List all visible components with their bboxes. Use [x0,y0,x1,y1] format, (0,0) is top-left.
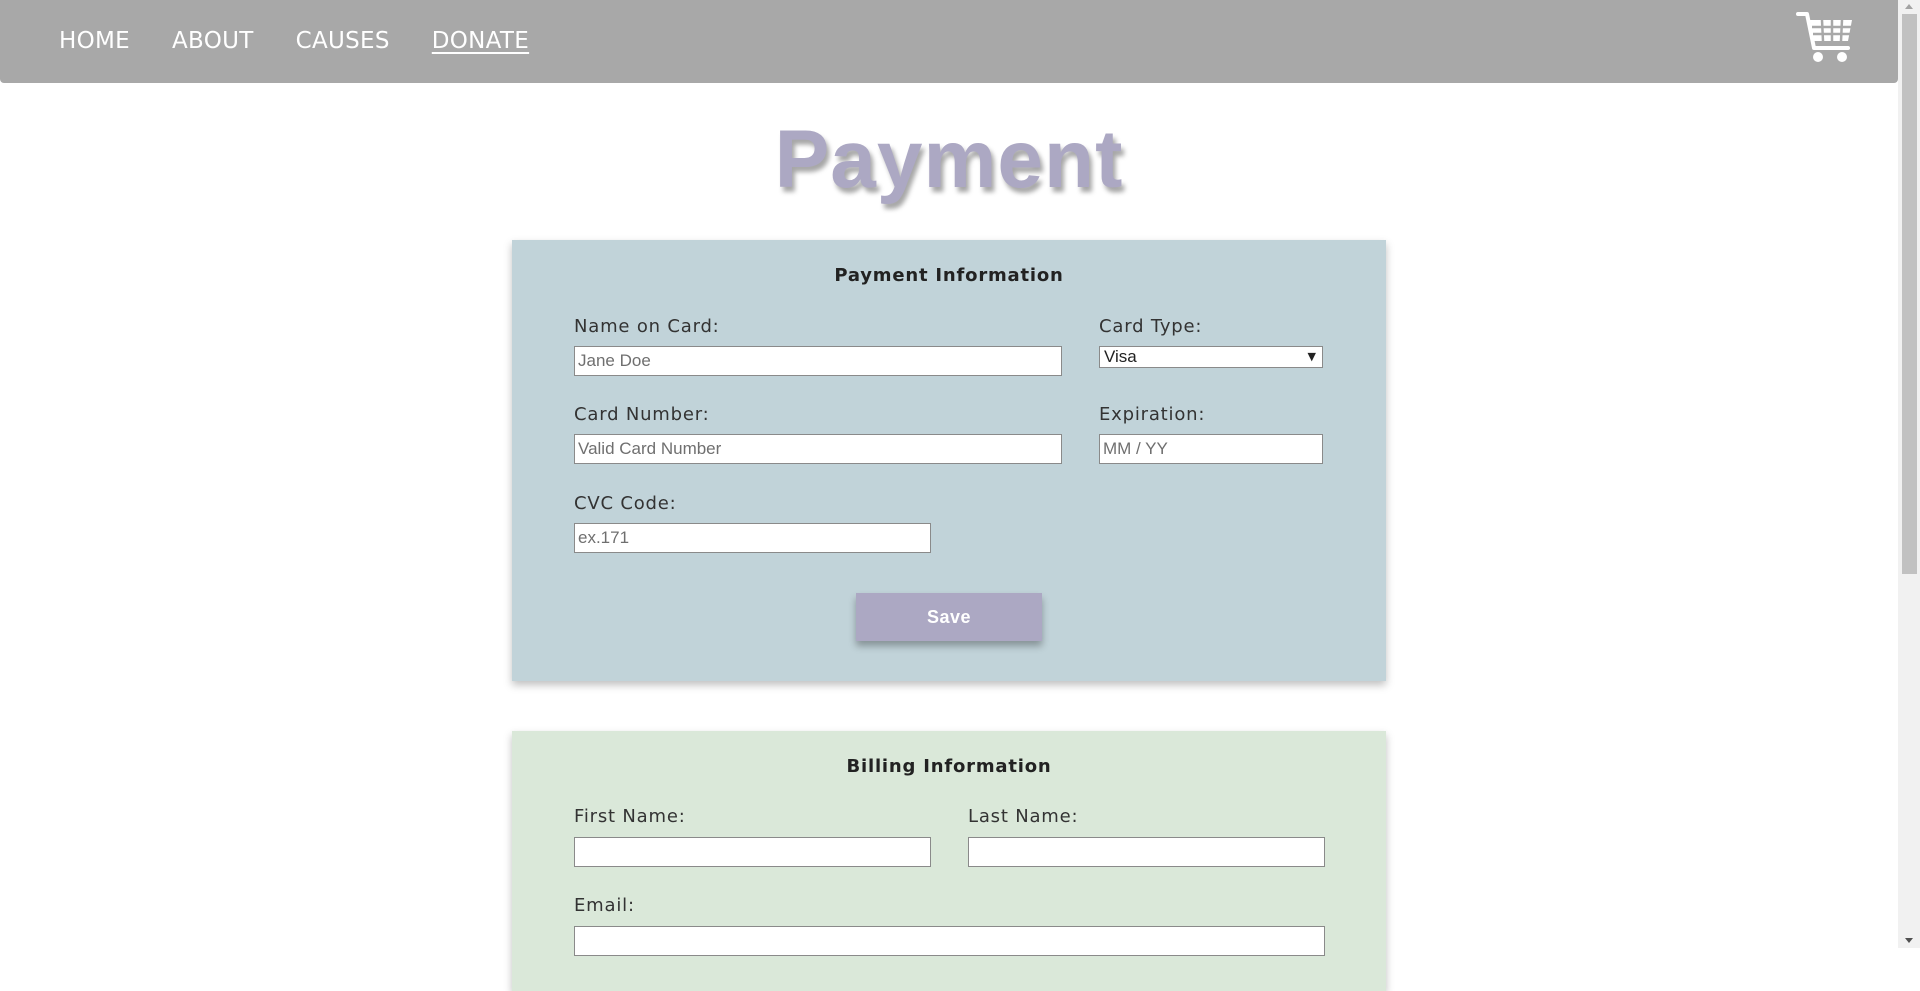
billing-information-card: Billing Information First Name: Last Nam… [512,731,1386,991]
email-label: Email: [574,895,635,916]
nav-link-about[interactable]: ABOUT [172,26,254,56]
card-type-selected-value: Visa [1104,347,1137,366]
email-input[interactable] [574,926,1325,956]
last-name-input[interactable] [968,837,1325,867]
nav-link-causes[interactable]: CAUSES [296,26,390,56]
scroll-down-arrow-icon[interactable] [1905,938,1913,943]
dropdown-arrow-icon: ▼ [1307,350,1316,363]
top-navbar: HOME ABOUT CAUSES DONATE [0,0,1898,83]
first-name-label: First Name: [574,806,686,827]
page-title: Payment [774,114,1124,205]
nav-link-donate[interactable]: DONATE [432,26,529,56]
scrollbar-thumb[interactable] [1902,14,1917,574]
shopping-cart-icon[interactable] [1796,10,1856,66]
name-on-card-label: Name on Card: [574,316,720,337]
cvc-code-label: CVC Code: [574,493,677,514]
cvc-code-input[interactable] [574,523,931,553]
save-button[interactable]: Save [856,593,1042,641]
nav-link-home[interactable]: HOME [59,26,130,56]
payment-information-heading: Payment Information [834,265,1064,286]
scroll-up-arrow-icon[interactable] [1905,4,1913,9]
first-name-input[interactable] [574,837,931,867]
card-type-label: Card Type: [1099,316,1203,337]
name-on-card-input[interactable] [574,346,1062,376]
expiration-label: Expiration: [1099,404,1206,425]
expiration-input[interactable] [1099,434,1323,464]
card-type-select[interactable]: Visa ▼ [1099,346,1323,368]
payment-information-card: Payment Information Name on Card: Card T… [512,240,1386,681]
billing-information-heading: Billing Information [846,756,1052,777]
last-name-label: Last Name: [968,806,1079,827]
nav-links: HOME ABOUT CAUSES DONATE [59,26,571,56]
card-number-label: Card Number: [574,404,710,425]
card-number-input[interactable] [574,434,1062,464]
